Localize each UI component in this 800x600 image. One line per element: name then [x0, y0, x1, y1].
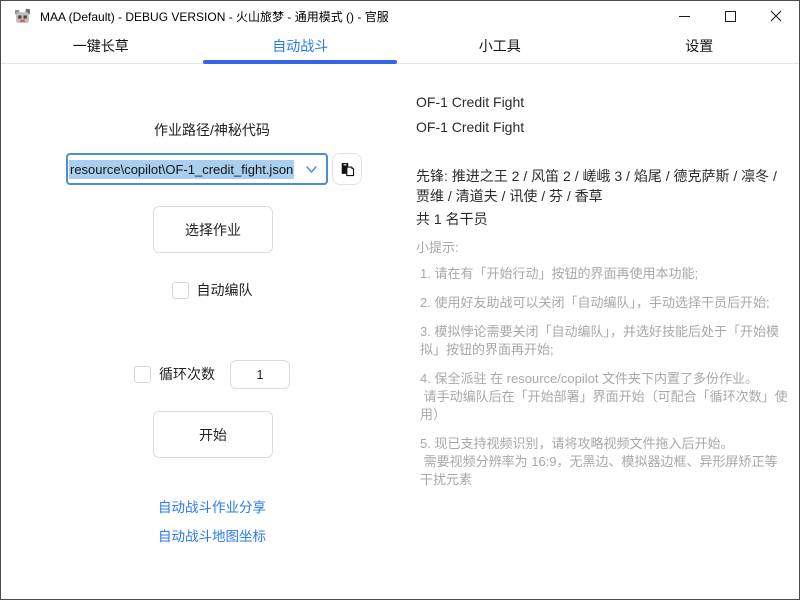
job-path-label: 作业路径/神秘代码: [66, 120, 358, 140]
tips-title: 小提示:: [416, 237, 788, 256]
close-icon: [770, 10, 782, 22]
copilot-share-link[interactable]: 自动战斗作业分享: [66, 496, 358, 516]
window-title: MAA (Default) - DEBUG VERSION - 火山旅梦 - 通…: [40, 8, 389, 25]
tab-bar: 一键长草 自动战斗 小工具 设置: [1, 31, 799, 64]
app-icon: [14, 8, 31, 25]
job-subtitle: OF-1 Credit Fight: [416, 119, 524, 135]
auto-formation-label: 自动编队: [197, 280, 253, 300]
tip-item: 3. 模拟悖论需要关闭「自动编队」，并选好技能后处于「开始模拟」按钮的界面再开始…: [416, 323, 788, 359]
auto-formation-checkbox[interactable]: [172, 282, 189, 299]
job-path-value[interactable]: resource\copilot\OF-1_credit_fight.json: [69, 160, 294, 179]
maximize-button[interactable]: [707, 1, 753, 31]
close-button[interactable]: [753, 1, 799, 31]
tab-copilot[interactable]: 自动战斗: [201, 31, 401, 63]
tab-settings[interactable]: 设置: [600, 31, 800, 63]
loop-times-checkbox[interactable]: [134, 366, 151, 383]
tab-tools[interactable]: 小工具: [400, 31, 600, 63]
window-controls: [661, 1, 799, 31]
job-path-combobox[interactable]: resource\copilot\OF-1_credit_fight.json: [66, 153, 328, 185]
auto-formation-row: 自动编队: [66, 280, 358, 300]
chevron-down-icon[interactable]: [304, 162, 319, 177]
start-button[interactable]: 开始: [153, 411, 273, 458]
app-window: MAA (Default) - DEBUG VERSION - 火山旅梦 - 通…: [0, 0, 800, 600]
tip-item: 4. 保全派驻 在 resource/copilot 文件夹下内置了多份作业。 …: [416, 370, 788, 424]
operator-count: 共 1 名干员: [416, 209, 488, 229]
tab-farming[interactable]: 一键长草: [1, 31, 201, 63]
job-title: OF-1 Credit Fight: [416, 94, 524, 110]
maximize-icon: [725, 11, 736, 22]
copy-path-button[interactable]: [332, 153, 362, 185]
loop-times-input[interactable]: [230, 360, 290, 389]
tips-panel: 小提示: 1. 请在有「开始行动」按钮的界面再使用本功能; 2. 使用好友助战可…: [416, 237, 788, 500]
tip-item: 1. 请在有「开始行动」按钮的界面再使用本功能;: [416, 265, 788, 283]
copy-icon: [339, 161, 356, 178]
tip-item: 5. 现已支持视频识别，请将攻略视频文件拖入后开始。 需要视频分辨率为 16:9…: [416, 435, 788, 489]
select-job-button[interactable]: 选择作业: [153, 206, 273, 253]
tip-item: 2. 使用好友助战可以关闭「自动编队」，手动选择干员后开始;: [416, 294, 788, 312]
copilot-map-link[interactable]: 自动战斗地图坐标: [66, 525, 358, 545]
loop-times-label: 循环次数: [159, 364, 215, 384]
operator-list: 先锋: 推进之王 2 / 风笛 2 / 嵯峨 3 / 焰尾 / 德克萨斯 / 凛…: [416, 166, 784, 206]
title-bar: MAA (Default) - DEBUG VERSION - 火山旅梦 - 通…: [1, 1, 799, 31]
minimize-button[interactable]: [661, 1, 707, 31]
loop-times-row: 循环次数: [66, 359, 358, 389]
minimize-icon: [679, 16, 690, 17]
